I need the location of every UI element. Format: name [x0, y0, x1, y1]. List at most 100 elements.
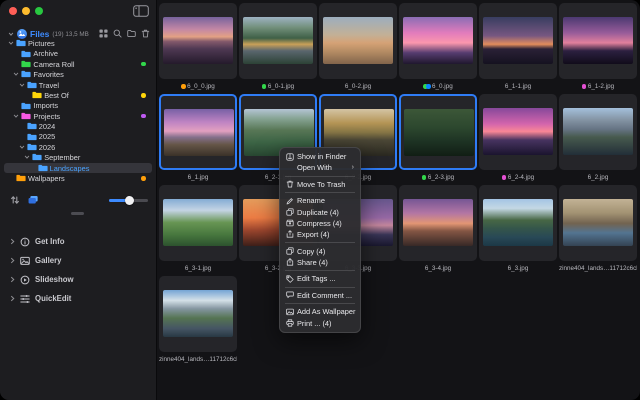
menu-item-export-4[interactable]: Export (4) — [282, 229, 358, 240]
chevron-down-icon[interactable] — [13, 71, 19, 77]
sidebar-item-2024[interactable]: 2024 — [4, 121, 152, 131]
sidebar-item-september[interactable]: September — [4, 152, 152, 162]
menu-item-edit-tags[interactable]: Edit Tags ... — [282, 273, 358, 284]
sort-arrows-icon[interactable] — [10, 195, 20, 205]
photo-thumbnail[interactable] — [163, 290, 233, 337]
sidebar-item-2025[interactable]: 2025 — [4, 132, 152, 142]
grid-cell-6-1-jpg[interactable] — [159, 94, 237, 170]
search-icon[interactable] — [113, 29, 122, 38]
grid-cell-6-3-jpg[interactable] — [479, 185, 557, 261]
app-window: 6_0_0.jpg6_0-1.jpg6_0-2.jpg6_0.jpg6_1-1.… — [0, 0, 640, 400]
grid-view-icon[interactable] — [99, 29, 108, 38]
chevron-down-icon[interactable] — [19, 144, 25, 150]
chevron-spacer[interactable] — [13, 61, 19, 67]
panel-resize-handle[interactable] — [71, 212, 84, 215]
sidebar-item-label: Travel — [39, 80, 59, 90]
photo-thumbnail[interactable] — [483, 108, 553, 155]
section-gallery[interactable]: Gallery — [10, 251, 150, 270]
menu-item-print-4[interactable]: Print ... (4) — [282, 318, 358, 329]
photo-thumbnail[interactable] — [323, 17, 393, 64]
sidebar-item-travel[interactable]: Travel — [4, 80, 152, 90]
chevron-spacer[interactable] — [19, 123, 25, 129]
grid-cell-6-2-4-jpg[interactable] — [479, 94, 557, 170]
photo-thumbnail[interactable] — [563, 108, 633, 155]
close-button[interactable] — [9, 7, 17, 15]
grid-cell-6-3-1-jpg[interactable] — [159, 185, 237, 261]
slider-knob[interactable] — [125, 196, 134, 205]
photo-thumbnail[interactable] — [483, 17, 553, 64]
chevron-down-icon[interactable] — [19, 82, 25, 88]
chevron-spacer[interactable] — [19, 134, 25, 140]
sidebar-item-wallpapers[interactable]: Wallpapers — [4, 173, 152, 183]
grid-cell-6-2-jpg[interactable] — [559, 94, 637, 170]
grid-cell-6-1-2-jpg[interactable] — [559, 3, 637, 79]
chevron-spacer[interactable] — [13, 103, 19, 109]
photo-thumbnail[interactable] — [483, 199, 553, 246]
chevron-spacer[interactable] — [24, 92, 30, 98]
photo-thumbnail[interactable] — [563, 17, 633, 64]
grid-cell-6-2-3-jpg[interactable] — [399, 94, 477, 170]
grid-cell-6-1-1-jpg[interactable] — [479, 3, 557, 79]
chevron-right-icon[interactable] — [10, 295, 15, 302]
stack-icon[interactable] — [28, 195, 38, 205]
menu-item-edit-comment[interactable]: Edit Comment ... — [282, 290, 358, 301]
grid-cell-zinne404-lands-11712c6cb-2-png[interactable] — [159, 276, 237, 352]
chevron-down-icon[interactable] — [24, 154, 30, 160]
chevron-right-icon[interactable] — [10, 238, 15, 245]
photo-thumbnail[interactable] — [243, 17, 313, 64]
chevron-right-icon[interactable] — [10, 276, 15, 283]
sidebar-item-archive[interactable]: Archive — [4, 48, 152, 58]
file-name-label: 6_3.jpg — [479, 265, 557, 272]
menu-item-share-4[interactable]: Share (4) — [282, 257, 358, 268]
grid-cell-6-0-1-jpg[interactable] — [239, 3, 317, 79]
section-quickedit[interactable]: QuickEdit — [10, 289, 150, 308]
menu-item-duplicate-4[interactable]: Duplicate (4) — [282, 207, 358, 218]
menu-item-compress-4[interactable]: Compress (4) — [282, 218, 358, 229]
section-get-info[interactable]: Get Info — [10, 232, 150, 251]
sidebar-item-pictures[interactable]: Pictures — [4, 38, 152, 48]
copy-icon — [286, 247, 294, 255]
sidebar-item-camera-roll[interactable]: Camera Roll — [4, 59, 152, 69]
menu-item-rename[interactable]: Rename — [282, 195, 358, 206]
chevron-down-icon[interactable] — [13, 113, 19, 119]
menu-item-copy-4[interactable]: Copy (4) — [282, 245, 358, 256]
photo-thumbnail[interactable] — [563, 199, 633, 246]
chevron-down-icon[interactable] — [8, 40, 14, 46]
grid-cell-6-0-0-jpg[interactable] — [159, 3, 237, 79]
sidebar-item-best-of[interactable]: Best Of — [4, 90, 152, 100]
section-slideshow[interactable]: Slideshow — [10, 270, 150, 289]
menu-item-move-to-trash[interactable]: Move To Trash — [282, 179, 358, 190]
file-name-label: zinne404_lands…11712c6cb_1.png — [559, 265, 637, 272]
photo-thumbnail[interactable] — [164, 109, 234, 156]
photo-thumbnail[interactable] — [403, 199, 473, 246]
menu-item-show-in-finder[interactable]: Show in Finder — [282, 151, 358, 162]
photo-thumbnail[interactable] — [404, 109, 474, 156]
sidebar-item-projects[interactable]: Projects — [4, 111, 152, 121]
thumbnail-zoom-slider[interactable] — [109, 195, 148, 205]
chevron-spacer[interactable] — [8, 175, 14, 181]
sidebar-item-landscapes[interactable]: Landscapes — [4, 163, 152, 173]
sidebar-item-imports[interactable]: Imports — [4, 100, 152, 110]
trash-icon[interactable] — [141, 29, 150, 38]
folder-icon[interactable] — [127, 29, 136, 38]
submenu-chevron-icon: › — [352, 164, 354, 171]
zoom-button[interactable] — [35, 7, 43, 15]
minimize-button[interactable] — [22, 7, 30, 15]
photo-thumbnail[interactable] — [163, 17, 233, 64]
grid-cell-6-0-jpg[interactable] — [399, 3, 477, 79]
chevron-right-icon[interactable] — [10, 257, 15, 264]
sidebar-item-favorites[interactable]: Favorites — [4, 69, 152, 79]
folder-icon — [32, 91, 42, 99]
photo-thumbnail[interactable] — [163, 199, 233, 246]
grid-cell-6-3-4-jpg[interactable] — [399, 185, 477, 261]
chevron-spacer[interactable] — [30, 165, 36, 171]
grid-cell-zinne404-lands-11712c6cb-1-png[interactable] — [559, 185, 637, 261]
tag-dot — [422, 175, 426, 179]
chevron-spacer[interactable] — [13, 51, 19, 57]
photo-thumbnail[interactable] — [403, 17, 473, 64]
sidebar-item-2026[interactable]: 2026 — [4, 142, 152, 152]
menu-item-open-with[interactable]: Open With› — [282, 162, 358, 173]
menu-item-add-as-wallpaper[interactable]: Add As Wallpaper — [282, 306, 358, 317]
grid-cell-6-0-2-jpg[interactable] — [319, 3, 397, 79]
sidebar-toggle-icon[interactable] — [133, 5, 149, 17]
